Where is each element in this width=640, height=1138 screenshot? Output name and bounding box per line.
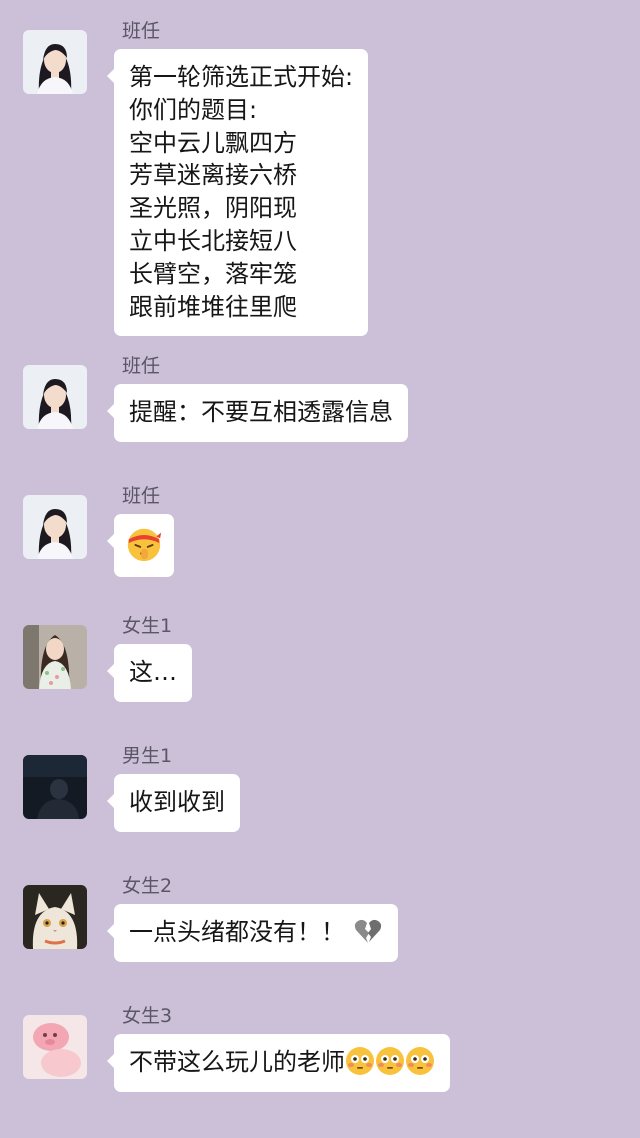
sender-name: 班任 xyxy=(122,485,161,507)
sender-name: 女生3 xyxy=(122,1005,173,1027)
chat-window: 班任 第一轮筛选正式开始: 你们的题目: 空中云儿飘四方 芳草迷离接六桥 圣光照… xyxy=(0,0,640,1138)
message-bubble[interactable]: 这… xyxy=(107,644,192,702)
message-text: 一点头绪都没有！！ xyxy=(129,918,345,946)
message-line: 圣光照，阴阳现 xyxy=(129,194,297,223)
flushed-face-emoji xyxy=(375,1046,405,1076)
avatar[interactable] xyxy=(23,625,87,689)
message-line: 空中云儿飘四方 xyxy=(129,128,297,157)
avatar[interactable] xyxy=(23,885,87,949)
woman-portrait-avatar xyxy=(23,365,87,429)
message-line: 长臂空，落牢笼 xyxy=(129,259,297,288)
woman-portrait-avatar xyxy=(23,495,87,559)
message-line: 跟前堆堆往里爬 xyxy=(129,292,297,321)
broken-heart-emoji xyxy=(353,916,383,946)
message-line: 你们的题目: xyxy=(129,95,258,124)
avatar[interactable] xyxy=(23,755,87,819)
sender-name: 班任 xyxy=(122,20,161,42)
message-line: 立中长北接短八 xyxy=(129,226,297,255)
flushed-face-emoji xyxy=(345,1046,375,1076)
message-text: 收到收到 xyxy=(129,788,225,816)
avatar[interactable] xyxy=(23,365,87,429)
message-text: 这… xyxy=(129,658,177,686)
shushing-headband-face-emoji xyxy=(125,525,163,563)
woman-portrait-avatar xyxy=(23,30,87,94)
flushed-face-emoji xyxy=(405,1046,435,1076)
message-bubble[interactable]: 收到收到 xyxy=(107,774,240,832)
cat-avatar xyxy=(23,885,87,949)
message-line: 芳草迷离接六桥 xyxy=(129,161,297,190)
message-text: 不带这么玩儿的老师 xyxy=(129,1048,345,1076)
avatar[interactable] xyxy=(23,1015,87,1079)
message-line: 第一轮筛选正式开始: xyxy=(129,63,354,91)
message-bubble[interactable]: 一点头绪都没有！！ xyxy=(107,904,398,962)
message-bubble[interactable]: 第一轮筛选正式开始: 你们的题目: 空中云儿飘四方 芳草迷离接六桥 圣光照，阴阳… xyxy=(106,49,369,337)
sender-name: 男生1 xyxy=(122,745,173,767)
message-bubble[interactable]: 提醒：不要互相透露信息 xyxy=(107,384,408,442)
girl-floral-dress-avatar xyxy=(23,625,87,689)
sender-name: 班任 xyxy=(122,355,161,377)
avatar[interactable] xyxy=(23,495,87,559)
dark-night-boy-avatar xyxy=(23,755,87,819)
sender-name: 女生1 xyxy=(122,615,173,637)
message-bubble[interactable]: 不带这么玩儿的老师 xyxy=(107,1034,450,1092)
pink-plush-toy-avatar xyxy=(23,1015,87,1079)
message-bubble[interactable] xyxy=(107,514,174,577)
avatar[interactable] xyxy=(23,30,87,94)
sender-name: 女生2 xyxy=(122,875,173,897)
message-text: 提醒：不要互相透露信息 xyxy=(129,398,393,426)
